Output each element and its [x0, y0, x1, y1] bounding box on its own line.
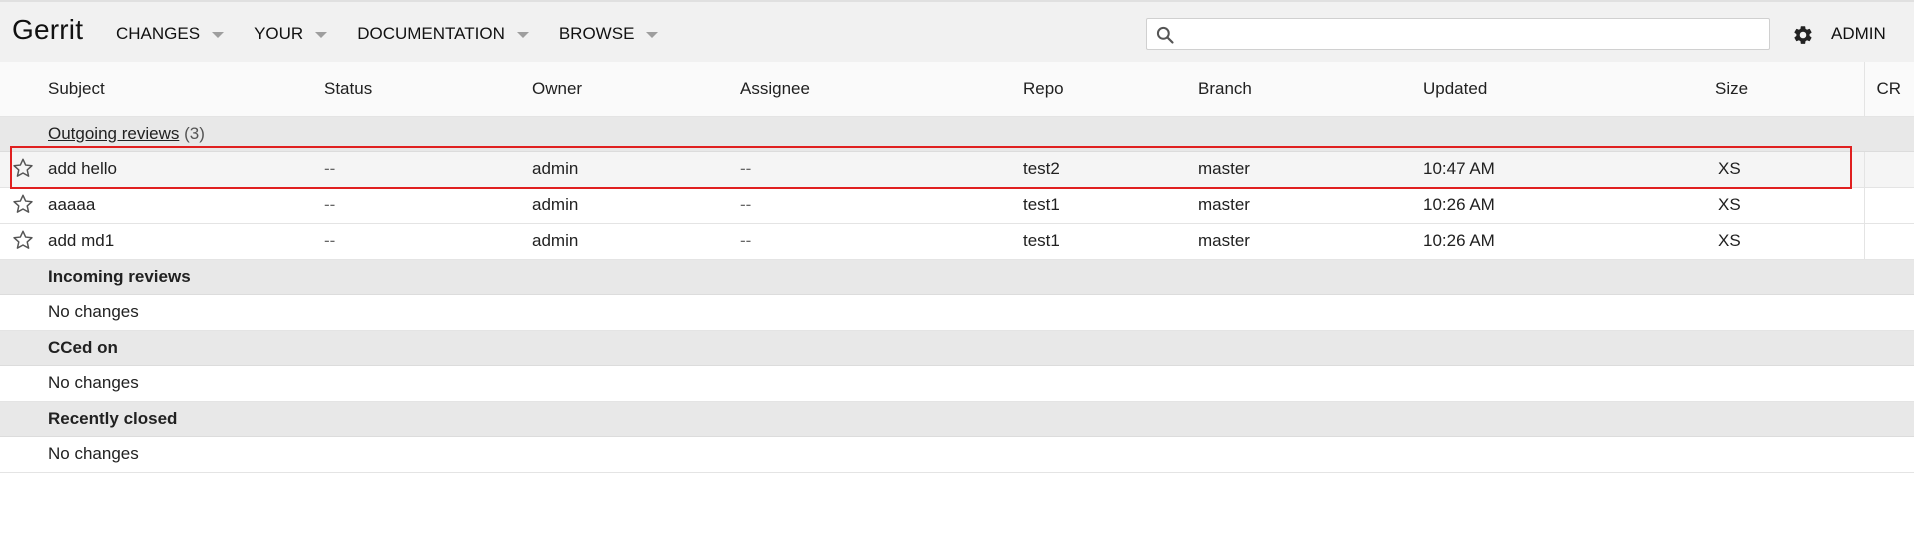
app-logo[interactable]: Gerrit [12, 14, 83, 46]
column-header-owner: Owner [532, 62, 740, 117]
change-repo[interactable]: test2 [1023, 151, 1198, 188]
search-box [1146, 18, 1770, 50]
cced-no-changes: No changes [48, 365, 1914, 402]
change-updated: 10:47 AM [1423, 151, 1715, 188]
section-header-incoming: Incoming reviews [0, 259, 1914, 295]
column-header-status: Status [324, 62, 532, 117]
column-header-updated: Updated [1423, 62, 1715, 117]
incoming-reviews-title: Incoming reviews [48, 259, 1914, 295]
change-assignee: -- [740, 223, 1023, 260]
chevron-down-icon [646, 31, 659, 38]
chevron-down-icon [212, 31, 225, 38]
empty-section-row: No changes [0, 294, 1914, 331]
dashboard-table: Subject Status Owner Assignee Repo Branc… [0, 62, 1914, 473]
nav-documentation-label: DOCUMENTATION [357, 24, 505, 43]
column-header-subject: Subject [48, 62, 324, 117]
change-assignee: -- [740, 151, 1023, 188]
empty-section-row: No changes [0, 436, 1914, 473]
change-updated: 10:26 AM [1423, 187, 1715, 224]
change-subject[interactable]: add hello [48, 151, 324, 188]
change-branch[interactable]: master [1198, 151, 1423, 188]
nav-your-label: YOUR [254, 24, 304, 43]
section-header-closed: Recently closed [0, 401, 1914, 437]
change-subject[interactable]: add md1 [48, 223, 324, 260]
outgoing-reviews-count: (3) [184, 123, 205, 143]
gear-icon[interactable] [1792, 24, 1814, 46]
change-size: XS [1715, 223, 1864, 260]
column-header-repo: Repo [1023, 62, 1198, 117]
change-size: XS [1715, 151, 1864, 188]
section-header-cced: CCed on [0, 330, 1914, 366]
change-owner[interactable]: admin [532, 151, 740, 188]
table-row[interactable]: add md1 -- admin -- test1 master 10:26 A… [0, 223, 1914, 260]
nav-your-menu[interactable]: YOUR [254, 24, 328, 44]
change-repo[interactable]: test1 [1023, 223, 1198, 260]
change-size: XS [1715, 187, 1864, 224]
main-nav: CHANGES YOUR DOCUMENTATION BROWSE [116, 24, 688, 44]
outgoing-reviews-link[interactable]: Outgoing reviews [48, 124, 179, 143]
change-status: -- [324, 151, 532, 188]
change-subject-link[interactable]: add hello [48, 159, 117, 178]
closed-no-changes: No changes [48, 436, 1914, 473]
star-outline-icon[interactable] [12, 193, 34, 215]
change-repo[interactable]: test1 [1023, 187, 1198, 224]
change-updated: 10:26 AM [1423, 223, 1715, 260]
column-header-assignee: Assignee [740, 62, 1023, 117]
change-subject-link[interactable]: add md1 [48, 231, 114, 250]
incoming-no-changes: No changes [48, 294, 1914, 331]
column-header-size: Size [1715, 62, 1864, 117]
nav-changes-label: CHANGES [116, 24, 201, 43]
change-cr [1863, 223, 1914, 260]
change-cr [1863, 187, 1914, 224]
change-owner[interactable]: admin [532, 187, 740, 224]
star-outline-icon[interactable] [12, 157, 34, 179]
recently-closed-title: Recently closed [48, 401, 1914, 437]
change-status: -- [324, 187, 532, 224]
column-header-branch: Branch [1198, 62, 1423, 117]
section-header-outgoing: Outgoing reviews (3) [0, 116, 1914, 152]
change-cr [1863, 151, 1914, 188]
chevron-down-icon [516, 31, 529, 38]
change-status: -- [324, 223, 532, 260]
star-outline-icon[interactable] [12, 229, 34, 251]
chevron-down-icon [315, 31, 328, 38]
nav-documentation-menu[interactable]: DOCUMENTATION [357, 24, 529, 44]
cced-on-title: CCed on [48, 330, 1914, 366]
empty-section-row: No changes [0, 365, 1914, 402]
change-branch[interactable]: master [1198, 187, 1423, 224]
search-input[interactable] [1183, 21, 1767, 49]
star-column-header [0, 62, 48, 117]
table-row[interactable]: aaaaa -- admin -- test1 master 10:26 AM … [0, 187, 1914, 224]
change-subject-link[interactable]: aaaaa [48, 195, 95, 214]
change-owner[interactable]: admin [532, 223, 740, 260]
account-menu[interactable]: ADMIN [1831, 24, 1886, 44]
change-branch[interactable]: master [1198, 223, 1423, 260]
change-assignee: -- [740, 187, 1023, 224]
nav-browse-menu[interactable]: BROWSE [559, 24, 659, 44]
column-header-cr: CR [1863, 62, 1914, 117]
nav-browse-label: BROWSE [558, 24, 635, 43]
table-header-row: Subject Status Owner Assignee Repo Branc… [0, 62, 1914, 117]
top-header: Gerrit CHANGES YOUR DOCUMENTATION BROWSE… [0, 0, 1914, 62]
nav-changes-menu[interactable]: CHANGES [116, 24, 225, 44]
table-row[interactable]: add hello -- admin -- test2 master 10:47… [0, 151, 1914, 188]
search-icon [1156, 26, 1174, 44]
change-subject[interactable]: aaaaa [48, 187, 324, 224]
